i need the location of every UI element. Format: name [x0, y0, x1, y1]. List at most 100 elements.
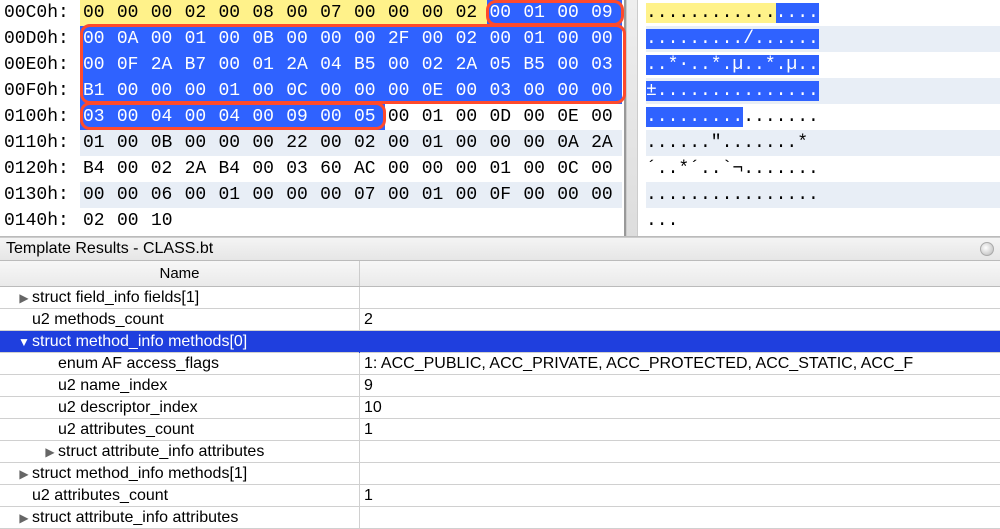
- vertical-scrollbar[interactable]: [626, 0, 638, 236]
- hex-byte[interactable]: 00: [453, 104, 487, 130]
- hex-row[interactable]: B400022AB4000360AC00000001000C00: [80, 156, 622, 182]
- hex-byte[interactable]: 00: [317, 78, 351, 104]
- hex-byte[interactable]: 00: [487, 0, 521, 26]
- disclosure-closed-icon[interactable]: ▶: [18, 287, 30, 309]
- hex-byte[interactable]: 2F: [385, 26, 419, 52]
- hex-byte[interactable]: 2A: [453, 52, 487, 78]
- hex-byte[interactable]: 02: [148, 156, 182, 182]
- hex-byte[interactable]: 01: [80, 130, 114, 156]
- disclosure-closed-icon[interactable]: ▶: [18, 463, 30, 485]
- hex-row[interactable]: 0300040004000900050001000D000E00: [80, 104, 622, 130]
- hex-byte[interactable]: 00: [182, 104, 216, 130]
- hex-byte[interactable]: 00: [182, 182, 216, 208]
- hex-byte[interactable]: 00: [554, 182, 588, 208]
- hex-byte[interactable]: 00: [114, 78, 148, 104]
- hex-byte[interactable]: 00: [554, 78, 588, 104]
- hex-byte[interactable]: 06: [148, 182, 182, 208]
- hex-byte[interactable]: 10: [148, 208, 182, 234]
- tree-row[interactable]: u2 name_index9: [0, 375, 1000, 397]
- hex-byte[interactable]: 09: [283, 104, 317, 130]
- hex-row[interactable]: 00000002000800070000000200010009: [80, 0, 622, 26]
- disclosure-open-icon[interactable]: ▼: [18, 331, 30, 353]
- hex-byte[interactable]: B5: [520, 52, 554, 78]
- hex-byte[interactable]: 00: [385, 104, 419, 130]
- hex-byte[interactable]: 02: [453, 0, 487, 26]
- hex-byte[interactable]: 00: [487, 26, 521, 52]
- hex-byte[interactable]: B7: [182, 52, 216, 78]
- hex-byte[interactable]: B5: [351, 52, 385, 78]
- hex-byte[interactable]: 00: [182, 130, 216, 156]
- hex-byte[interactable]: 00: [216, 52, 250, 78]
- tree-row[interactable]: u2 attributes_count1: [0, 485, 1000, 507]
- disclosure-closed-icon[interactable]: ▶: [44, 441, 56, 463]
- hex-byte[interactable]: 03: [588, 52, 622, 78]
- hex-byte[interactable]: 00: [249, 104, 283, 130]
- hex-byte[interactable]: 00: [385, 182, 419, 208]
- hex-byte[interactable]: 00: [588, 78, 622, 104]
- hex-byte[interactable]: B1: [80, 78, 114, 104]
- hex-byte[interactable]: 00: [588, 104, 622, 130]
- hex-row[interactable]: B100000001000C0000000E0003000000: [80, 78, 622, 104]
- hex-byte[interactable]: 00: [385, 0, 419, 26]
- hex-row[interactable]: 01000B00000022000200010000000A2A: [80, 130, 622, 156]
- hex-byte[interactable]: 00: [453, 156, 487, 182]
- hex-byte[interactable]: 0E: [554, 104, 588, 130]
- hex-byte[interactable]: 01: [487, 156, 521, 182]
- hex-byte[interactable]: 01: [216, 78, 250, 104]
- hex-byte[interactable]: 00: [588, 156, 622, 182]
- hex-byte[interactable]: 04: [148, 104, 182, 130]
- hex-byte[interactable]: 00: [80, 0, 114, 26]
- hex-byte[interactable]: 00: [114, 0, 148, 26]
- hex-byte[interactable]: 0D: [487, 104, 521, 130]
- hex-byte[interactable]: 00: [588, 182, 622, 208]
- hex-byte[interactable]: 00: [249, 130, 283, 156]
- hex-byte[interactable]: 02: [80, 208, 114, 234]
- hex-byte[interactable]: 00: [554, 52, 588, 78]
- hex-byte[interactable]: 00: [249, 156, 283, 182]
- hex-byte[interactable]: 05: [487, 52, 521, 78]
- hex-byte[interactable]: 03: [487, 78, 521, 104]
- hex-byte[interactable]: 00: [249, 78, 283, 104]
- tree-row[interactable]: u2 methods_count2: [0, 309, 1000, 331]
- hex-byte[interactable]: 0B: [249, 26, 283, 52]
- tree-row[interactable]: ▶struct method_info methods[1]: [0, 463, 1000, 485]
- hex-byte[interactable]: 07: [351, 182, 385, 208]
- hex-byte[interactable]: 07: [317, 0, 351, 26]
- hex-byte[interactable]: 00: [317, 104, 351, 130]
- hex-byte[interactable]: 00: [351, 78, 385, 104]
- hex-byte[interactable]: 01: [419, 130, 453, 156]
- hex-byte[interactable]: 00: [114, 104, 148, 130]
- hex-byte[interactable]: 00: [520, 182, 554, 208]
- hex-row[interactable]: 0000060001000000070001000F000000: [80, 182, 622, 208]
- hex-byte[interactable]: 00: [385, 52, 419, 78]
- hex-byte[interactable]: 00: [453, 130, 487, 156]
- hex-row[interactable]: 020010: [80, 208, 622, 234]
- hex-byte[interactable]: 01: [216, 182, 250, 208]
- hex-byte[interactable]: 00: [419, 0, 453, 26]
- hex-byte[interactable]: 00: [80, 182, 114, 208]
- hex-byte[interactable]: 01: [520, 0, 554, 26]
- hex-byte[interactable]: 22: [283, 130, 317, 156]
- tree-row[interactable]: ▼struct method_info methods[0]: [0, 331, 1000, 353]
- hex-byte[interactable]: 00: [216, 0, 250, 26]
- hex-byte[interactable]: 00: [216, 26, 250, 52]
- tree-row[interactable]: enum AF access_flags1: ACC_PUBLIC, ACC_P…: [0, 353, 1000, 375]
- hex-byte[interactable]: 00: [520, 78, 554, 104]
- hex-byte[interactable]: 00: [520, 104, 554, 130]
- hex-byte[interactable]: 00: [419, 26, 453, 52]
- hex-byte[interactable]: 00: [554, 0, 588, 26]
- hex-byte[interactable]: B4: [216, 156, 250, 182]
- hex-byte[interactable]: 02: [453, 26, 487, 52]
- hex-byte[interactable]: 05: [351, 104, 385, 130]
- hex-byte[interactable]: 00: [487, 130, 521, 156]
- hex-byte[interactable]: 00: [148, 78, 182, 104]
- hex-byte[interactable]: B4: [80, 156, 114, 182]
- hex-row[interactable]: 000F2AB700012A04B500022A05B50003: [80, 52, 622, 78]
- hex-byte[interactable]: 00: [520, 130, 554, 156]
- hex-byte[interactable]: 0A: [554, 130, 588, 156]
- hex-byte[interactable]: 00: [182, 78, 216, 104]
- hex-byte[interactable]: 00: [148, 0, 182, 26]
- hex-byte[interactable]: 00: [114, 130, 148, 156]
- hex-byte[interactable]: 00: [114, 156, 148, 182]
- hex-byte[interactable]: 04: [216, 104, 250, 130]
